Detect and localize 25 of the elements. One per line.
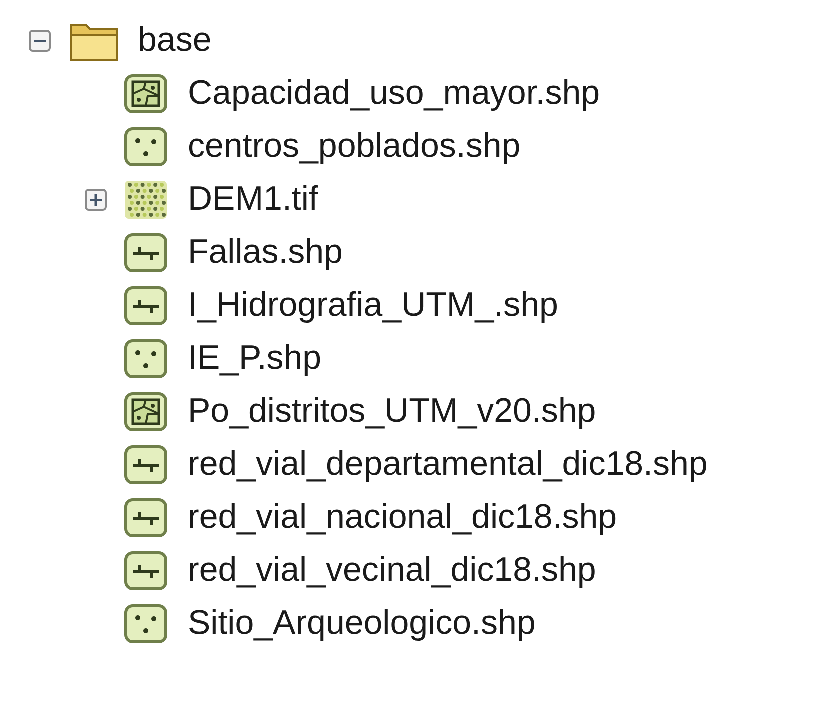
point-layer-icon	[124, 126, 168, 166]
point-layer-icon	[124, 338, 168, 378]
line-layer-icon	[124, 286, 168, 326]
line-layer-icon	[124, 550, 168, 590]
line-layer-icon	[124, 444, 168, 484]
layer-name[interactable]: DEM1.tif	[188, 180, 318, 219]
layer-name[interactable]: IE_P.shp	[188, 339, 322, 378]
line-layer-icon	[124, 498, 168, 538]
layer-name[interactable]: red_vial_nacional_dic18.shp	[188, 498, 618, 537]
layer-name[interactable]: Fallas.shp	[188, 233, 343, 272]
layer-name[interactable]: centros_poblados.shp	[188, 127, 521, 166]
polygon-layer-icon	[124, 74, 168, 114]
expand-icon[interactable]	[85, 188, 107, 210]
raster-layer-icon	[124, 180, 168, 220]
line-layer-icon	[124, 232, 168, 272]
collapse-icon[interactable]	[29, 30, 51, 52]
layer-name[interactable]: Sitio_Arqueologico.shp	[188, 604, 536, 643]
layer-name[interactable]: red_vial_vecinal_dic18.shp	[188, 551, 596, 590]
folder-name[interactable]: base	[138, 21, 212, 60]
layer-name[interactable]: I_Hidrografia_UTM_.shp	[188, 286, 558, 325]
polygon-layer-icon	[124, 392, 168, 432]
layer-name[interactable]: red_vial_departamental_dic18.shp	[188, 445, 708, 484]
point-layer-icon	[124, 604, 168, 644]
layer-name[interactable]: Po_distritos_UTM_v20.shp	[188, 392, 596, 431]
layer-name[interactable]: Capacidad_uso_mayor.shp	[188, 74, 600, 113]
